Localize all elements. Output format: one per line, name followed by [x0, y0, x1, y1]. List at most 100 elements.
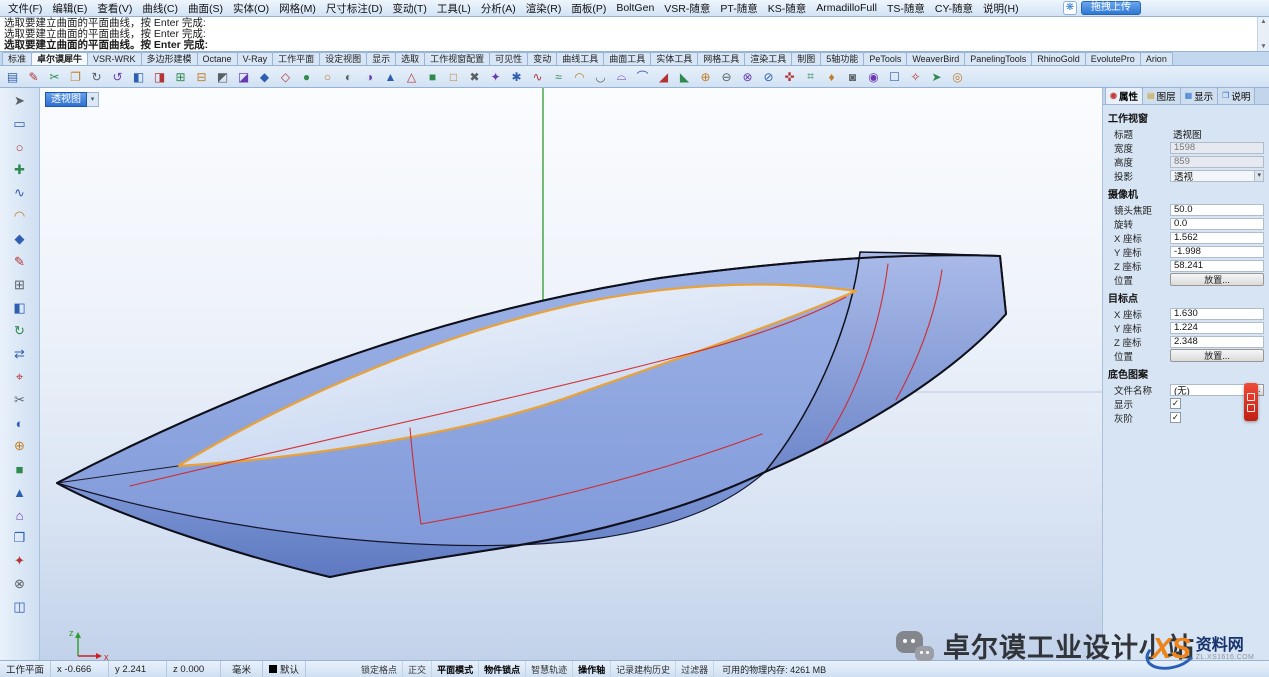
- toolbar-icon[interactable]: ♦: [822, 68, 841, 86]
- toolbar-tab[interactable]: 5轴功能: [820, 52, 864, 65]
- toolbar-icon[interactable]: ⊞: [7, 274, 33, 296]
- toolbar-icon[interactable]: ●: [297, 68, 316, 86]
- toolbar-icon[interactable]: ✎: [7, 251, 33, 273]
- toolbar-icon[interactable]: ✎: [24, 68, 43, 86]
- toolbar-icon[interactable]: □: [444, 68, 463, 86]
- menu-item[interactable]: ArmadilloFull: [811, 2, 882, 14]
- toolbar-tab[interactable]: EvolutePro: [1085, 52, 1141, 65]
- toolbar-tab[interactable]: 卓尔谟犀牛: [31, 52, 88, 65]
- wallpaper-file-field[interactable]: (无): [1170, 384, 1248, 396]
- toolbar-icon[interactable]: ◫: [7, 596, 33, 618]
- toolbar-icon[interactable]: ○: [7, 136, 33, 158]
- toolbar-tab[interactable]: RhinoGold: [1031, 52, 1086, 65]
- toolbar-icon[interactable]: ◨: [150, 68, 169, 86]
- camera-x-field[interactable]: 1.562: [1170, 232, 1264, 244]
- menu-item[interactable]: 尺寸标注(D): [321, 1, 388, 16]
- toolbar-tab[interactable]: 渲染工具: [744, 52, 792, 65]
- toolbar-icon[interactable]: ◢: [654, 68, 673, 86]
- toolbar-tab[interactable]: PanelingTools: [964, 52, 1032, 65]
- toolbar-icon[interactable]: ∿: [528, 68, 547, 86]
- toolbar-icon[interactable]: ✜: [780, 68, 799, 86]
- menu-item[interactable]: 曲面(S): [183, 1, 228, 16]
- toolbar-tab[interactable]: 工作视窗配置: [424, 52, 490, 65]
- toolbar-icon[interactable]: ■: [7, 458, 33, 480]
- toolbar-icon[interactable]: ❐: [7, 527, 33, 549]
- toolbar-icon[interactable]: ⌗: [801, 68, 820, 86]
- status-toggle[interactable]: 正交: [403, 661, 432, 677]
- panel-tab[interactable]: ◉ 属性: [1105, 87, 1143, 104]
- toolbar-tab[interactable]: 可见性: [489, 52, 528, 65]
- command-scrollbar[interactable]: ▲ ▼: [1257, 17, 1269, 51]
- toolbar-icon[interactable]: ◐: [7, 412, 33, 434]
- toolbar-tab[interactable]: 选取: [395, 52, 425, 65]
- perspective-viewport[interactable]: z x 透视图 ▾: [40, 88, 1102, 660]
- status-toggle[interactable]: 记录建构历史: [611, 661, 676, 677]
- toolbar-icon[interactable]: ✂: [7, 389, 33, 411]
- toolbar-tab[interactable]: PeTools: [863, 52, 907, 65]
- toolbar-icon[interactable]: ➤: [7, 90, 33, 112]
- toolbar-tab[interactable]: 变动: [527, 52, 557, 65]
- menu-item[interactable]: VSR-随意: [659, 1, 715, 16]
- toolbar-icon[interactable]: ⌖: [7, 366, 33, 388]
- cplane-button[interactable]: 工作平面: [0, 661, 51, 677]
- command-history[interactable]: 选取要建立曲面的平面曲线，按 Enter 完成: 选取要建立曲面的平面曲线，按 …: [0, 17, 1269, 52]
- camera-y-field[interactable]: -1.998: [1170, 246, 1264, 258]
- toolbar-icon[interactable]: ▲: [381, 68, 400, 86]
- scroll-down-icon[interactable]: ▼: [1260, 43, 1266, 50]
- toolbar-icon[interactable]: ⊞: [171, 68, 190, 86]
- toolbar-icon[interactable]: ⊟: [192, 68, 211, 86]
- toolbar-tab[interactable]: 制图: [791, 52, 821, 65]
- target-y-field[interactable]: 1.224: [1170, 322, 1264, 334]
- menu-item[interactable]: TS-随意: [882, 1, 930, 16]
- projection-dropdown[interactable]: 透视 ▾: [1170, 170, 1264, 182]
- toolbar-icon[interactable]: ✂: [45, 68, 64, 86]
- menu-item[interactable]: 变动(T): [388, 1, 432, 16]
- toolbar-icon[interactable]: ⊘: [759, 68, 778, 86]
- toolbar-icon[interactable]: ↺: [108, 68, 127, 86]
- toolbar-tab[interactable]: VSR-WRK: [87, 52, 142, 65]
- toolbar-icon[interactable]: ⌒: [633, 68, 652, 86]
- toolbar-tab[interactable]: 工作平面: [272, 52, 320, 65]
- menu-item[interactable]: 实体(O): [228, 1, 274, 16]
- toolbar-icon[interactable]: ↻: [87, 68, 106, 86]
- toolbar-icon[interactable]: ◉: [864, 68, 883, 86]
- menu-item[interactable]: CY-随意: [930, 1, 978, 16]
- toolbar-icon[interactable]: ▭: [7, 113, 33, 135]
- toolbar-icon[interactable]: ⊗: [7, 573, 33, 595]
- status-toggle[interactable]: 过滤器: [676, 661, 714, 677]
- toolbar-icon[interactable]: ◐: [339, 68, 358, 86]
- panel-tab[interactable]: ▤ 图层: [1142, 87, 1181, 104]
- menu-item[interactable]: 说明(H): [978, 1, 1024, 16]
- toolbar-icon[interactable]: ✖: [465, 68, 484, 86]
- command-prompt[interactable]: 选取要建立曲面的平面曲线。按 Enter 完成:: [4, 40, 1255, 51]
- show-checkbox[interactable]: ✓: [1170, 398, 1181, 409]
- toolbar-icon[interactable]: ⇄: [7, 343, 33, 365]
- menu-item[interactable]: 查看(V): [92, 1, 137, 16]
- toolbar-icon[interactable]: ↻: [7, 320, 33, 342]
- toolbar-icon[interactable]: ⊕: [696, 68, 715, 86]
- toolbar-icon[interactable]: ✦: [7, 550, 33, 572]
- target-z-field[interactable]: 2.348: [1170, 336, 1264, 348]
- status-toggle[interactable]: 锁定格点: [356, 661, 403, 677]
- menu-item[interactable]: 文件(F): [3, 1, 47, 16]
- target-x-field[interactable]: 1.630: [1170, 308, 1264, 320]
- toolbar-icon[interactable]: ◆: [255, 68, 274, 86]
- toolbar-icon[interactable]: ◆: [7, 228, 33, 250]
- toolbar-icon[interactable]: ✧: [906, 68, 925, 86]
- target-place-button[interactable]: 放置...: [1170, 349, 1264, 362]
- toolbar-icon[interactable]: ⌓: [612, 68, 631, 86]
- menu-item[interactable]: 网格(M): [274, 1, 321, 16]
- toolbar-tab[interactable]: 网格工具: [697, 52, 745, 65]
- toolbar-icon[interactable]: ◧: [129, 68, 148, 86]
- upload-button[interactable]: 拖拽上传: [1081, 1, 1141, 15]
- camera-place-button[interactable]: 放置...: [1170, 273, 1264, 286]
- toolbar-tab[interactable]: V-Ray: [237, 52, 274, 65]
- status-toggle[interactable]: 物件锁点: [479, 661, 526, 677]
- menu-item[interactable]: 编辑(E): [47, 1, 92, 16]
- toolbar-icon[interactable]: ◑: [360, 68, 379, 86]
- toolbar-icon[interactable]: ◡: [591, 68, 610, 86]
- rotation-field[interactable]: 0.0: [1170, 218, 1264, 230]
- toolbar-icon[interactable]: ◇: [276, 68, 295, 86]
- viewport-title-label[interactable]: 透视图: [45, 92, 87, 107]
- toolbar-tab[interactable]: 显示: [366, 52, 396, 65]
